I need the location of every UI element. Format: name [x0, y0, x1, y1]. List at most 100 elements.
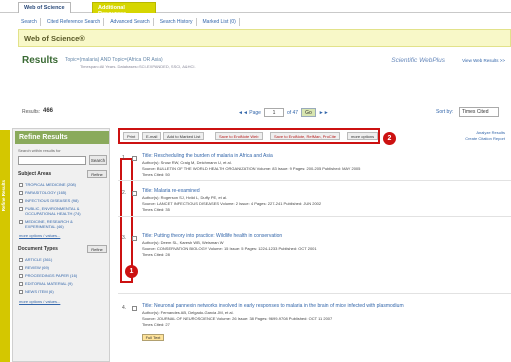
- record-authors: Author(s): Rogerson SJ, Hviid L, Duffy P…: [142, 195, 228, 200]
- divider: [118, 216, 511, 217]
- subject-areas-title[interactable]: Subject Areas: [18, 171, 51, 177]
- nav-marked-list[interactable]: Marked List (0): [200, 17, 240, 26]
- pager-total: of 47: [286, 109, 299, 116]
- record-title[interactable]: Title: Malaria re-examined: [142, 188, 507, 194]
- subject-item[interactable]: PARASITOLOGY (165): [19, 190, 103, 195]
- tab-additional-resources[interactable]: Additional Resources: [92, 2, 156, 17]
- subject-item[interactable]: TROPICAL MEDICINE (208): [19, 182, 103, 187]
- save-endnote-desktop-button[interactable]: Save to EndNote, RefMan, ProCite: [270, 132, 341, 140]
- pager-next[interactable]: ►►: [319, 110, 329, 116]
- doctype-refine-button[interactable]: Refine: [87, 245, 107, 253]
- subjects-more-link[interactable]: more options / values...: [19, 233, 60, 238]
- checkbox[interactable]: [19, 219, 23, 224]
- pager-prev[interactable]: ◄◄ Page: [238, 110, 261, 116]
- results-timespan: Timespan=All Years. Databases=SCI-EXPAND…: [80, 64, 196, 69]
- results-header: Results Topic=(malaria) AND Topic=(Afric…: [18, 52, 511, 94]
- checkbox[interactable]: [19, 273, 23, 278]
- record-number: 3.: [122, 235, 127, 241]
- record-authors: Author(s): Fernandes AB, Delgado-Garcia …: [142, 310, 234, 315]
- doctype-item[interactable]: ARTICLE (361): [19, 257, 103, 262]
- nav-cited-reference-search[interactable]: Cited Reference Search: [44, 17, 105, 26]
- sort-select[interactable]: Times Cited: [459, 107, 499, 117]
- full-text-button[interactable]: Full Text: [142, 334, 164, 341]
- save-endnote-web-button[interactable]: Save to EndNote Web: [215, 132, 263, 140]
- record-times-cited[interactable]: Times Cited: 35: [142, 207, 507, 212]
- refine-title: Refine Results: [15, 131, 109, 144]
- checkbox[interactable]: [19, 182, 23, 187]
- record-checkbox[interactable]: [132, 156, 137, 161]
- refine-panel: Refine Results Search within results for…: [12, 128, 110, 362]
- record-checkbox[interactable]: [132, 236, 137, 241]
- doctype-item[interactable]: PROCEEDINGS PAPER (16): [19, 273, 103, 278]
- record-authors: Author(s): Deem SL, Karesh WB, Weisman W: [142, 240, 224, 245]
- refine-hint: Search within results for: [18, 148, 61, 153]
- checkbox[interactable]: [19, 265, 23, 270]
- top-tabbar: Web of Science Additional Resources: [0, 0, 511, 17]
- tab-web-of-science[interactable]: Web of Science: [18, 2, 71, 13]
- sort-label: Sort by:: [436, 109, 454, 115]
- refine-side-tab[interactable]: Refine Results: [0, 130, 10, 362]
- wos-banner: Web of Science®: [18, 29, 511, 47]
- annotation-badge-1: 1: [125, 265, 138, 278]
- side-tab-label: Refine Results: [1, 180, 6, 212]
- divider: [118, 180, 511, 181]
- checkbox[interactable]: [19, 198, 23, 203]
- checkbox[interactable]: [19, 190, 23, 195]
- record-times-cited[interactable]: Times Cited: 27: [142, 322, 507, 327]
- record-times-cited[interactable]: Times Cited: 28: [142, 252, 507, 257]
- refine-search-input[interactable]: [18, 156, 86, 165]
- add-marked-list-button[interactable]: Add to Marked List: [163, 132, 205, 140]
- pager: ◄◄ Page 1 of 47 Go ►►: [238, 108, 329, 117]
- results-count: 466: [43, 108, 54, 114]
- record-checkbox[interactable]: [132, 191, 137, 196]
- subject-item[interactable]: INFECTIOUS DISEASES (98): [19, 198, 103, 203]
- results-list: 1. Title: Rescheduling the burden of mal…: [118, 148, 511, 362]
- doctypes-more-link[interactable]: more options / values...: [19, 299, 60, 304]
- subject-item[interactable]: MEDICINE, RESEARCH & EXPERIMENTAL (46): [19, 219, 103, 229]
- email-button[interactable]: E-mail: [142, 132, 162, 140]
- results-query: Topic=(malaria) AND Topic=(Africa OR Asi…: [65, 57, 163, 63]
- record-number: 1.: [122, 155, 127, 161]
- checkbox[interactable]: [19, 206, 23, 211]
- nav-search[interactable]: Search: [18, 17, 41, 26]
- checkbox[interactable]: [19, 281, 23, 286]
- page-input[interactable]: 1: [263, 108, 284, 117]
- nav-advanced-search[interactable]: Advanced Search: [107, 17, 154, 26]
- record-source: Source: JOURNAL OF NEUROSCIENCE Volume: …: [142, 316, 333, 321]
- checkbox[interactable]: [19, 257, 23, 262]
- analysis-links: Analyze Results Create Citation Report: [465, 130, 505, 142]
- document-types-title[interactable]: Document Types: [18, 246, 58, 252]
- checkbox[interactable]: [19, 289, 23, 294]
- record-title[interactable]: Title: Neuronal pannexin networks involv…: [142, 303, 507, 309]
- results-label: Results:: [22, 109, 41, 115]
- record-title[interactable]: Title: Putting theory into practice: Wil…: [142, 233, 507, 239]
- doctype-item[interactable]: EDITORIAL MATERIAL (9): [19, 281, 103, 286]
- search-nav: Search Cited Reference Search Advanced S…: [18, 16, 511, 27]
- page-title: Results: [22, 55, 59, 66]
- pager-go-button[interactable]: Go: [301, 108, 316, 117]
- more-options-link[interactable]: more options: [347, 132, 379, 140]
- record-title[interactable]: Title: Rescheduling the burden of malari…: [142, 153, 507, 159]
- refine-search-button[interactable]: Search: [89, 155, 107, 165]
- record-checkbox[interactable]: [132, 306, 137, 311]
- record-source: Source: CONSERVATION BIOLOGY Volume: 15 …: [142, 246, 317, 251]
- doctype-item[interactable]: NEWS ITEM (6): [19, 289, 103, 294]
- print-button[interactable]: Print: [123, 132, 140, 140]
- record-source: Source: LANCET INFECTIOUS DISEASES Volum…: [142, 201, 322, 206]
- results-toolbar: Results: 466 ◄◄ Page 1 of 47 Go ►► Sort …: [18, 107, 511, 120]
- divider: [118, 293, 511, 294]
- annotation-badge-2: 2: [383, 132, 396, 145]
- record-authors: Author(s): Snow RW, Craig M, Deichmann U…: [142, 160, 232, 165]
- citation-report-link[interactable]: Create Citation Report: [465, 136, 505, 142]
- view-web-results-link[interactable]: View Web Results >>: [462, 58, 505, 63]
- subject-refine-button[interactable]: Refine: [87, 170, 107, 178]
- record-number: 4.: [122, 305, 127, 311]
- record-times-cited[interactable]: Times Cited: 50: [142, 172, 507, 177]
- banner-title: Web of Science®: [24, 34, 85, 43]
- doctype-item[interactable]: REVIEW (69): [19, 265, 103, 270]
- record-number: 2.: [122, 190, 127, 196]
- nav-search-history[interactable]: Search History: [157, 17, 197, 26]
- output-toolbar-highlight: Print E-mail Add to Marked List Save to …: [118, 128, 380, 144]
- scientific-webplus-logo[interactable]: Scientific WebPlus: [391, 57, 445, 64]
- subject-item[interactable]: PUBLIC, ENVIRONMENTAL & OCCUPATIONAL HEA…: [19, 206, 103, 216]
